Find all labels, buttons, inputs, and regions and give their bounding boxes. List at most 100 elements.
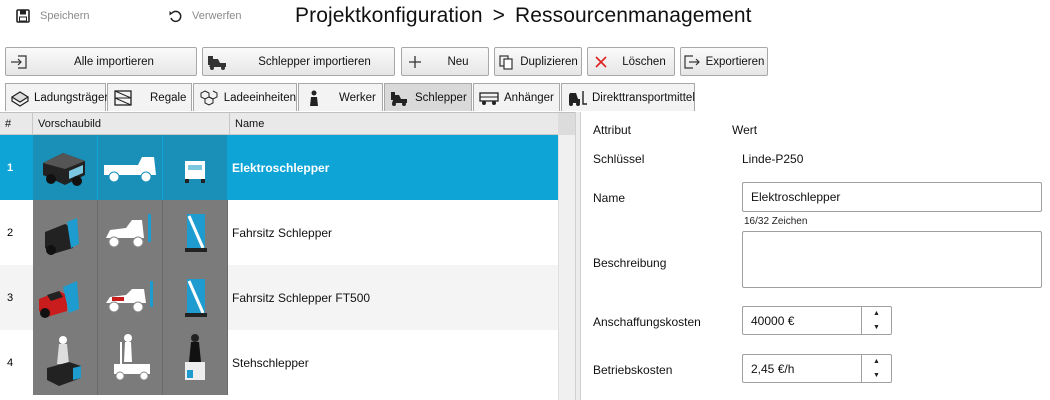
discard-button[interactable]: Verwerfen xyxy=(168,6,242,26)
boxes-icon xyxy=(198,89,220,107)
save-button[interactable]: Speichern xyxy=(16,6,90,26)
close-icon xyxy=(588,54,614,70)
decrement-arrow-icon[interactable]: ▼ xyxy=(862,321,891,335)
row-number: 3 xyxy=(7,291,14,304)
row-name: Fahrsitz Schlepper FT500 xyxy=(232,290,371,305)
import-tugger-button[interactable]: Schlepper importieren xyxy=(202,47,395,76)
plus-icon xyxy=(402,54,428,70)
tugger-preview-3d-icon xyxy=(33,200,98,265)
table-scrollbar[interactable] xyxy=(558,135,575,400)
tab-ladungstraeger[interactable]: Ladungsträger xyxy=(5,83,109,111)
description-label: Beschreibung xyxy=(593,256,667,270)
key-value: Linde-P250 xyxy=(742,152,804,166)
worker-icon xyxy=(303,89,325,107)
import-tugger-label: Schlepper importieren xyxy=(258,55,371,68)
save-icon xyxy=(16,9,30,23)
delete-label: Löschen xyxy=(622,55,666,68)
tab-label: Ladungsträger xyxy=(34,91,109,104)
tugger-icon xyxy=(389,89,411,107)
top-bar: Speichern Verwerfen Projektkonfiguration… xyxy=(0,0,1050,36)
import-all-label: Alle importieren xyxy=(74,55,154,68)
name-label: Name xyxy=(593,191,626,205)
name-char-count: 16/32 Zeichen xyxy=(744,216,808,227)
tab-ladeeinheiten[interactable]: Ladeeinheiten xyxy=(193,83,297,111)
description-field[interactable] xyxy=(742,231,1042,288)
breadcrumb-current: Ressourcenmanagement xyxy=(514,4,752,27)
delete-button[interactable]: Löschen xyxy=(587,47,675,76)
export-button[interactable]: Exportieren xyxy=(680,47,768,76)
tab-direkttransportmittel[interactable]: Direkttransportmittel xyxy=(561,83,695,111)
category-tabs: Ladungsträger Regale Ladeeinheiten Werke… xyxy=(0,83,700,111)
table-row[interactable]: 1 Elektroschlepper xyxy=(0,135,575,200)
operating-cost-spin-buttons: ▲ ▼ xyxy=(861,355,891,382)
decrement-arrow-icon[interactable]: ▼ xyxy=(862,369,891,383)
row-number: 4 xyxy=(7,356,14,369)
preview-images xyxy=(33,265,230,330)
tugger-preview-front-icon xyxy=(163,200,228,265)
tugger-preview-3d-icon xyxy=(33,135,98,200)
tugger-preview-3d-icon xyxy=(33,330,98,395)
acquisition-cost-stepper[interactable]: 40000 € ▲ ▼ xyxy=(742,306,892,335)
column-header-name[interactable]: Name xyxy=(230,113,558,135)
tab-label: Anhänger xyxy=(504,91,554,104)
breadcrumb-separator: > xyxy=(492,4,505,27)
breadcrumb-root[interactable]: Projektkonfiguration xyxy=(295,4,483,28)
forklift-icon xyxy=(566,89,588,107)
attribute-header: Attribut xyxy=(593,123,632,137)
trailer-icon xyxy=(478,89,500,107)
acquisition-cost-label: Anschaffungskosten xyxy=(593,315,701,329)
acquisition-cost-spin-buttons: ▲ ▼ xyxy=(861,307,891,334)
import-icon xyxy=(6,54,32,70)
import-all-button[interactable]: Alle importieren xyxy=(5,47,197,76)
tugger-preview-front-icon xyxy=(163,330,228,395)
toolbar: Alle importieren Schlepper importieren N… xyxy=(0,46,1050,78)
operating-cost-label: Betriebskosten xyxy=(593,363,673,377)
value-header: Wert xyxy=(732,123,758,137)
name-field-value: Elektroschlepper xyxy=(751,190,841,204)
resource-table: # Vorschaubild Name 1 Elektroschlepper 2… xyxy=(0,112,575,400)
tab-label: Direkttransportmittel xyxy=(592,91,695,104)
name-field[interactable]: Elektroschlepper xyxy=(742,182,1042,212)
table-row[interactable]: 4 Stehschlepper xyxy=(0,330,575,395)
discard-label: Verwerfen xyxy=(192,10,242,22)
increment-arrow-icon[interactable]: ▲ xyxy=(862,307,891,321)
table-row[interactable]: 3 Fahrsitz Schlepper FT500 xyxy=(0,265,575,330)
tab-schlepper[interactable]: Schlepper xyxy=(384,83,472,111)
table-row[interactable]: 2 Fahrsitz Schlepper xyxy=(0,200,575,265)
operating-cost-stepper[interactable]: 2,45 €/h ▲ ▼ xyxy=(742,354,892,383)
tab-anhaenger[interactable]: Anhänger xyxy=(473,83,560,111)
properties-panel: Attribut Wert Schlüssel Linde-P250 Name … xyxy=(582,112,1050,400)
duplicate-icon xyxy=(495,54,517,70)
undo-icon xyxy=(168,9,182,23)
tab-regale[interactable]: Regale xyxy=(107,83,192,111)
tugger-preview-front-icon xyxy=(163,265,228,330)
tab-werker[interactable]: Werker xyxy=(298,83,383,111)
row-number: 1 xyxy=(7,161,14,174)
tugger-preview-side-icon xyxy=(98,265,163,330)
tugger-preview-front-icon xyxy=(163,135,228,200)
scrollbar-corner xyxy=(558,113,575,135)
new-button[interactable]: Neu xyxy=(401,47,489,76)
preview-images xyxy=(33,330,230,395)
new-label: Neu xyxy=(447,55,469,68)
export-label: Exportieren xyxy=(705,55,765,68)
pallet-icon xyxy=(10,89,30,107)
column-header-number[interactable]: # xyxy=(0,113,33,135)
duplicate-button[interactable]: Duplizieren xyxy=(494,47,582,76)
tab-label: Ladeeinheiten xyxy=(223,91,296,104)
duplicate-label: Duplizieren xyxy=(520,55,578,68)
panel-splitter[interactable] xyxy=(575,112,581,400)
column-header-preview[interactable]: Vorschaubild xyxy=(33,113,230,135)
row-name: Fahrsitz Schlepper xyxy=(232,225,333,240)
app-window: Speichern Verwerfen Projektkonfiguration… xyxy=(0,0,1050,400)
tugger-preview-side-icon xyxy=(98,135,163,200)
preview-images xyxy=(33,135,230,200)
shelf-icon xyxy=(112,89,134,107)
row-name: Elektroschlepper xyxy=(232,160,330,175)
tugger-icon xyxy=(203,53,235,71)
increment-arrow-icon[interactable]: ▲ xyxy=(862,355,891,369)
tugger-preview-3d-icon xyxy=(33,265,98,330)
acquisition-cost-value: 40000 € xyxy=(751,313,795,328)
preview-images xyxy=(33,200,230,265)
operating-cost-value: 2,45 €/h xyxy=(751,361,795,376)
